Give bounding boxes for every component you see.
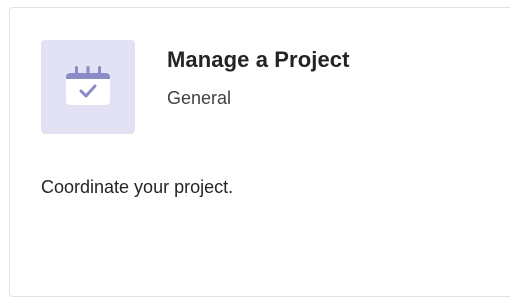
template-card[interactable]: Manage a Project General Coordinate your… [9,7,510,297]
card-category: General [167,88,232,108]
card-title: Manage a Project [167,47,350,72]
card-description: Coordinate your project. [41,177,234,197]
template-icon-tile [41,40,135,134]
calendar-check-icon [65,64,111,111]
